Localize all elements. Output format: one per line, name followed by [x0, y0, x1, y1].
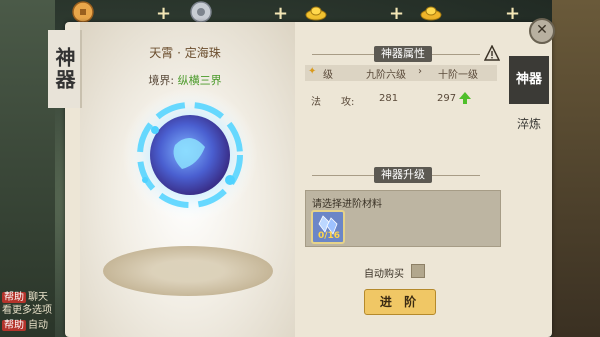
- divider: [312, 54, 374, 55]
- silver-coin-icon: [190, 1, 212, 23]
- artifact-pedestal: [103, 246, 273, 296]
- level-next: 十阶一级: [438, 70, 478, 81]
- attribute-section-title: 神器属性: [374, 46, 432, 62]
- panel-vertical-title: 神器: [48, 30, 82, 108]
- help-line-2[interactable]: 看更多选项: [2, 301, 52, 316]
- divider: [312, 175, 374, 176]
- right-scene-strip: [552, 0, 600, 337]
- level-current: 九阶六级: [366, 70, 406, 81]
- add-silver-button[interactable]: +: [273, 3, 288, 24]
- close-button[interactable]: ✕: [529, 18, 555, 44]
- upgrade-section-title: 神器升级: [374, 167, 432, 183]
- advance-button[interactable]: 进 阶: [364, 289, 436, 315]
- help-text: 看更多选项: [2, 305, 52, 316]
- level-arrow-icon: ›: [418, 66, 422, 77]
- gold-ingot-icon: [305, 6, 327, 21]
- auto-buy-label: 自动购买: [364, 269, 404, 280]
- increase-arrow-icon: [459, 92, 471, 104]
- material-label: 请选择进阶材料: [312, 199, 382, 210]
- help-tag: 帮助: [2, 320, 26, 331]
- divider: [432, 54, 480, 55]
- copper-coin-icon: [72, 1, 94, 23]
- material-box: 请选择进阶材料 0/16: [305, 190, 501, 247]
- artifact-name: 天霄 · 定海珠: [149, 46, 221, 60]
- attr-next: 297: [437, 93, 457, 104]
- help-text: 自动: [28, 320, 48, 331]
- attr-current: 281: [379, 93, 399, 104]
- magic-attack-row: 法 攻: 281 297: [305, 91, 497, 108]
- attr-name: 法 攻:: [311, 97, 355, 108]
- level-row: ✦ 级 九阶六级 › 十阶一级: [305, 65, 497, 81]
- add-copper-button[interactable]: +: [156, 3, 171, 24]
- add-gold-button[interactable]: +: [389, 3, 404, 24]
- help-line-3[interactable]: 帮助 自动: [2, 316, 48, 331]
- tab-artifact[interactable]: 神器: [509, 56, 549, 104]
- gold-ingot-2-icon: [420, 6, 442, 21]
- dinghai-pearl-orb-icon[interactable]: [120, 85, 260, 225]
- material-count: 0/16: [318, 231, 341, 241]
- chat-help-overlay: 帮助 聊天 看更多选项 帮助 自动: [0, 250, 55, 337]
- info-warning-icon[interactable]: [484, 45, 500, 61]
- tab-refine[interactable]: 淬炼: [509, 104, 549, 144]
- level-label: 级: [323, 70, 333, 81]
- divider: [432, 175, 480, 176]
- auto-buy-checkbox[interactable]: [411, 264, 425, 278]
- add-gold-2-button[interactable]: +: [505, 3, 520, 24]
- level-star-icon: ✦: [308, 66, 317, 77]
